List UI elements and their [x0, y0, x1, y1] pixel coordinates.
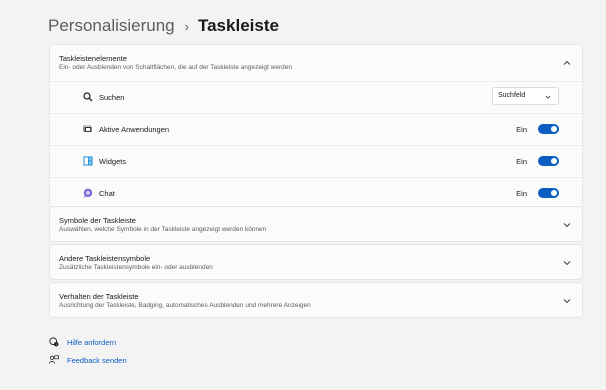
- widgets-icon: [83, 156, 93, 166]
- setting-label: Chat: [99, 189, 115, 198]
- toggle-state-label: Ein: [516, 125, 527, 134]
- section-header[interactable]: Verhalten der Taskleiste Ausrichtung der…: [50, 283, 582, 319]
- setting-row-suchen: Suchen Suchfeld: [50, 81, 582, 113]
- section-andere-taskleistensymbole[interactable]: Andere Taskleistensymbole Zusätzliche Ta…: [49, 244, 583, 280]
- dropdown-value: Suchfeld: [498, 92, 526, 99]
- toggle-knob: [551, 158, 557, 164]
- section-title: Symbole der Taskleiste: [59, 216, 136, 225]
- breadcrumb: Personalisierung › Taskleiste: [48, 14, 279, 38]
- chevron-down-icon: [545, 95, 551, 99]
- toggle-chat[interactable]: [538, 188, 559, 198]
- toggle-state-label: Ein: [516, 189, 527, 198]
- section-symbole-der-taskleiste[interactable]: Symbole der Taskleiste Auswählen, welche…: [49, 206, 583, 242]
- section-description: Ein- oder Ausblenden von Schaltflächen, …: [59, 64, 292, 71]
- toggle-widgets[interactable]: [538, 156, 559, 166]
- section-verhalten-der-taskleiste[interactable]: Verhalten der Taskleiste Ausrichtung der…: [49, 282, 583, 318]
- toggle-knob: [551, 190, 557, 196]
- feedback-link[interactable]: Feedback senden: [49, 355, 127, 365]
- setting-row-widgets: Widgets Ein: [50, 145, 582, 177]
- section-header-taskleistenelemente[interactable]: Taskleistenelemente Ein- oder Ausblenden…: [50, 45, 582, 81]
- section-taskleistenelemente: Taskleistenelemente Ein- oder Ausblenden…: [49, 44, 583, 210]
- breadcrumb-separator: ›: [184, 18, 189, 34]
- page-title: Taskleiste: [197, 16, 279, 35]
- section-description: Zusätzliche Taskleistensymbole ein- oder…: [59, 264, 213, 271]
- toggle-aktive-anwendungen[interactable]: [538, 124, 559, 134]
- chevron-up-icon[interactable]: [563, 59, 571, 67]
- setting-row-aktive-anwendungen: Aktive Anwendungen Ein: [50, 113, 582, 145]
- chevron-down-icon[interactable]: [563, 259, 571, 267]
- search-icon: [83, 92, 93, 102]
- toggle-state-label: Ein: [516, 157, 527, 166]
- section-title: Verhalten der Taskleiste: [59, 292, 139, 301]
- search-mode-dropdown[interactable]: Suchfeld: [492, 87, 559, 105]
- section-description: Ausrichtung der Taskleiste, Badging, aut…: [59, 302, 311, 309]
- help-icon: ?: [49, 337, 59, 347]
- chevron-down-icon[interactable]: [563, 297, 571, 305]
- chat-icon: [83, 188, 93, 198]
- settings-page: Personalisierung › Taskleiste Taskleiste…: [0, 0, 606, 390]
- task-view-icon: [83, 125, 92, 132]
- section-title: Taskleistenelemente: [59, 54, 127, 63]
- help-link-label[interactable]: Hilfe anfordern: [67, 338, 116, 347]
- setting-label: Aktive Anwendungen: [99, 125, 170, 134]
- toggle-knob: [551, 126, 557, 132]
- chevron-down-icon[interactable]: [563, 221, 571, 229]
- section-description: Auswählen, welche Symbole in der Tasklei…: [59, 226, 267, 233]
- section-title: Andere Taskleistensymbole: [59, 254, 151, 263]
- setting-row-chat: Chat Ein: [50, 177, 582, 209]
- section-header[interactable]: Andere Taskleistensymbole Zusätzliche Ta…: [50, 245, 582, 281]
- setting-label: Widgets: [99, 157, 127, 166]
- feedback-link-label[interactable]: Feedback senden: [67, 356, 127, 365]
- help-link[interactable]: ? Hilfe anfordern: [49, 337, 116, 347]
- section-header[interactable]: Symbole der Taskleiste Auswählen, welche…: [50, 207, 582, 243]
- feedback-icon: [49, 355, 59, 364]
- breadcrumb-parent[interactable]: Personalisierung: [48, 16, 175, 36]
- setting-label: Suchen: [99, 93, 125, 102]
